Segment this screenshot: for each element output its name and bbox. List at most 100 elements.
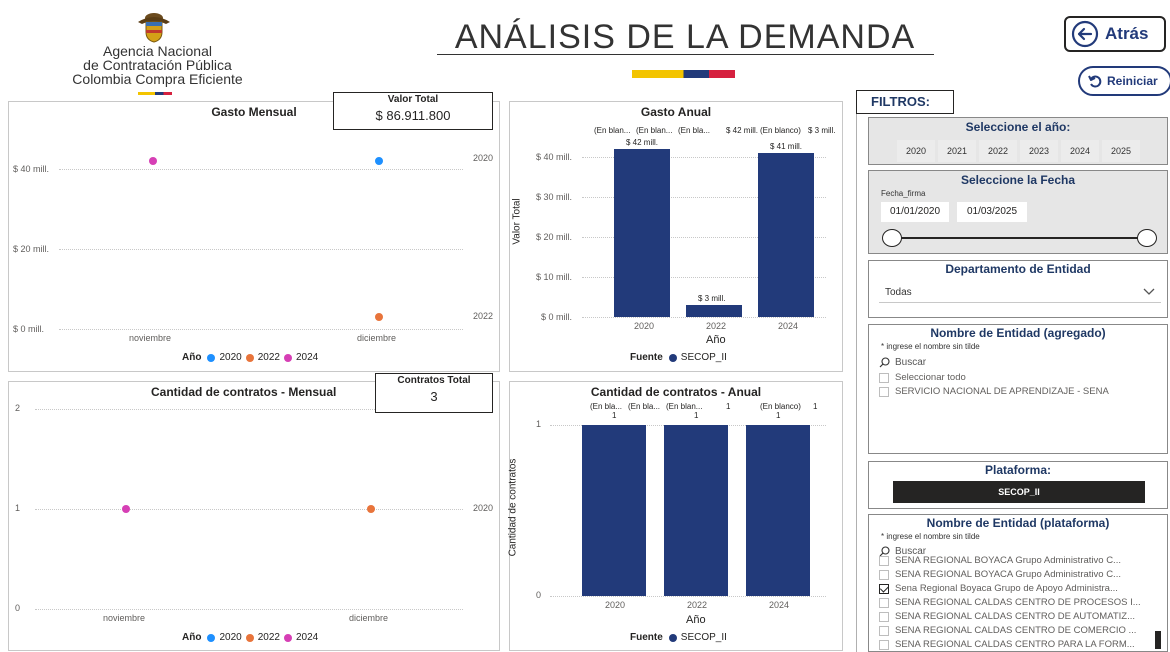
back-button-label: Atrás <box>1105 24 1149 43</box>
checkbox[interactable] <box>879 625 889 636</box>
year-button-2022[interactable]: 2022 <box>979 140 1017 162</box>
list-item[interactable]: SENA REGIONAL BOYACA Grupo Administrativ… <box>879 569 1164 580</box>
year-button-2023[interactable]: 2023 <box>1020 140 1058 162</box>
list-item-label: SENA REGIONAL CALDAS CENTRO DE PROCESOS … <box>895 597 1141 608</box>
list-item-select-all[interactable]: Seleccionar todo <box>879 372 1164 383</box>
point-2022-diciembre[interactable] <box>367 505 375 513</box>
bar-value-label: $ 41 mill. <box>770 142 803 151</box>
search-icon <box>879 356 890 367</box>
date-to-input[interactable]: 01/03/2025 <box>957 202 1027 222</box>
department-filter-title: Departamento de Entidad <box>945 262 1091 276</box>
bar-2024[interactable] <box>746 425 810 596</box>
legend-item[interactable]: 2022 <box>258 632 280 643</box>
point-2024-noviembre[interactable] <box>149 157 157 165</box>
date-from-input[interactable]: 01/01/2020 <box>881 202 949 222</box>
date-slider-end-handle[interactable] <box>1137 229 1157 247</box>
list-item[interactable]: SENA REGIONAL CALDAS CENTRO PARA LA FORM… <box>879 639 1164 650</box>
plataforma-filter: Plataforma: SECOP_II <box>868 461 1168 509</box>
reset-button-label: Reiniciar <box>1107 74 1158 88</box>
department-dropdown[interactable]: Todas <box>879 281 1161 303</box>
legend-item[interactable]: 2022 <box>258 352 280 363</box>
checkbox[interactable] <box>879 372 889 383</box>
legend-item[interactable]: 2020 <box>219 352 241 363</box>
checkbox[interactable] <box>879 639 889 650</box>
y-tick: 2 <box>15 403 21 413</box>
back-button[interactable]: Atrás <box>1064 16 1166 52</box>
gridline <box>35 509 463 510</box>
date-slider-track[interactable] <box>891 237 1147 239</box>
gasto-mensual-panel: Gasto Mensual $ 40 mill. $ 20 mill. $ 0 … <box>8 101 500 372</box>
point-2024-noviembre[interactable] <box>122 505 130 513</box>
bar-2022[interactable] <box>686 305 742 317</box>
point-2020-diciembre[interactable] <box>375 157 383 165</box>
date-slider-start-handle[interactable] <box>882 229 902 247</box>
right-label-2020: 2020 <box>473 153 494 163</box>
list-item[interactable]: Sena Regional Boyaca Grupo de Apoyo Admi… <box>879 583 1164 594</box>
checkbox[interactable] <box>879 555 889 566</box>
year-filter: Seleccione el año: 2020 2021 2022 2023 2… <box>868 117 1168 165</box>
legend-dot-2024 <box>283 633 292 642</box>
x-tick: 2022 <box>706 321 727 331</box>
gasto-mensual-legend: Año 2020 2022 2024 <box>182 352 318 363</box>
legend-dot <box>668 633 677 642</box>
list-item-label: SERVICIO NACIONAL DE APRENDIZAJE - SENA <box>895 386 1109 397</box>
cantidad-mensual-panel: Cantidad de contratos - Mensual 2 1 0 20… <box>8 381 500 651</box>
bar-2020[interactable] <box>614 149 670 317</box>
year-button-2025[interactable]: 2025 <box>1102 140 1140 162</box>
legend-dot-2020 <box>207 353 216 362</box>
x-tick: 2020 <box>605 600 626 610</box>
contratos-total-label: Contratos Total <box>397 375 471 386</box>
legend-item[interactable]: SECOP_II <box>681 352 727 363</box>
year-filter-title: Seleccione el año: <box>965 120 1071 134</box>
checkbox[interactable] <box>879 597 889 608</box>
scrollbar-thumb[interactable] <box>1155 631 1161 649</box>
legend-title: Año <box>182 632 202 643</box>
y-tick: $ 20 mill. <box>13 244 50 254</box>
legend-dot-2022 <box>245 353 254 362</box>
x-tick: 2022 <box>687 600 708 610</box>
year-button-2020[interactable]: 2020 <box>897 140 935 162</box>
checkbox[interactable] <box>879 569 889 580</box>
list-item[interactable]: SENA REGIONAL CALDAS CENTRO DE AUTOMATIZ… <box>879 611 1164 622</box>
entidad-plataforma-filter: Nombre de Entidad (plataforma) * ingrese… <box>868 514 1168 652</box>
legend-dot-2022 <box>245 633 254 642</box>
legend-item[interactable]: SECOP_II <box>681 632 727 643</box>
list-item-label: Seleccionar todo <box>895 372 966 383</box>
bar-2022[interactable] <box>664 425 728 596</box>
logo-block: Agencia Nacional de Contratación Pública… <box>50 8 265 98</box>
bar-value-label: $ 3 mill. <box>698 294 726 303</box>
bar-2024[interactable] <box>758 153 814 317</box>
list-item[interactable]: SENA REGIONAL CALDAS CENTRO DE COMERCIO … <box>879 625 1164 636</box>
point-2022-diciembre[interactable] <box>375 313 383 321</box>
checkbox[interactable] <box>879 611 889 622</box>
checkbox-checked[interactable] <box>879 583 889 594</box>
list-item-label: SENA REGIONAL CALDAS CENTRO PARA LA FORM… <box>895 639 1135 650</box>
reset-button[interactable]: Reiniciar <box>1078 66 1170 96</box>
title-underline <box>437 54 934 55</box>
year-button-2021[interactable]: 2021 <box>938 140 976 162</box>
valor-total-card: Valor Total $ 86.911.800 <box>333 92 493 130</box>
plataforma-button[interactable]: SECOP_II <box>893 481 1145 503</box>
year-button-2024[interactable]: 2024 <box>1061 140 1099 162</box>
legend-item[interactable]: 2020 <box>219 632 241 643</box>
list-item[interactable]: SENA REGIONAL BOYACA Grupo Administrativ… <box>879 555 1164 566</box>
bar-value-label: $ 42 mill. <box>626 138 659 147</box>
x-tick: 2024 <box>769 600 790 610</box>
date-filter-title: Seleccione la Fecha <box>960 173 1076 187</box>
y-tick: 0 <box>15 603 21 613</box>
entidad-agregado-search[interactable]: Buscar <box>879 354 1161 370</box>
bars-container: $ 42 mill. $ 3 mill. $ 41 mill. <box>510 102 844 373</box>
coat-of-arms-icon <box>138 13 170 43</box>
list-item[interactable]: SERVICIO NACIONAL DE APRENDIZAJE - SENA <box>879 386 1164 397</box>
checkbox[interactable] <box>879 386 889 397</box>
gasto-anual-legend: Fuente SECOP_II <box>630 352 727 363</box>
list-item[interactable]: SENA REGIONAL CALDAS CENTRO DE PROCESOS … <box>879 597 1164 608</box>
list-item-label: SENA REGIONAL BOYACA Grupo Administrativ… <box>895 569 1121 580</box>
legend-item[interactable]: 2024 <box>296 352 318 363</box>
y-tick: $ 0 mill. <box>13 324 45 334</box>
org-name-line3: Colombia Compra Eficiente <box>72 71 243 87</box>
bar-2020[interactable] <box>582 425 646 596</box>
valor-total-value: $ 86.911.800 <box>375 108 451 123</box>
legend-title: Año <box>182 352 202 363</box>
legend-item[interactable]: 2024 <box>296 632 318 643</box>
